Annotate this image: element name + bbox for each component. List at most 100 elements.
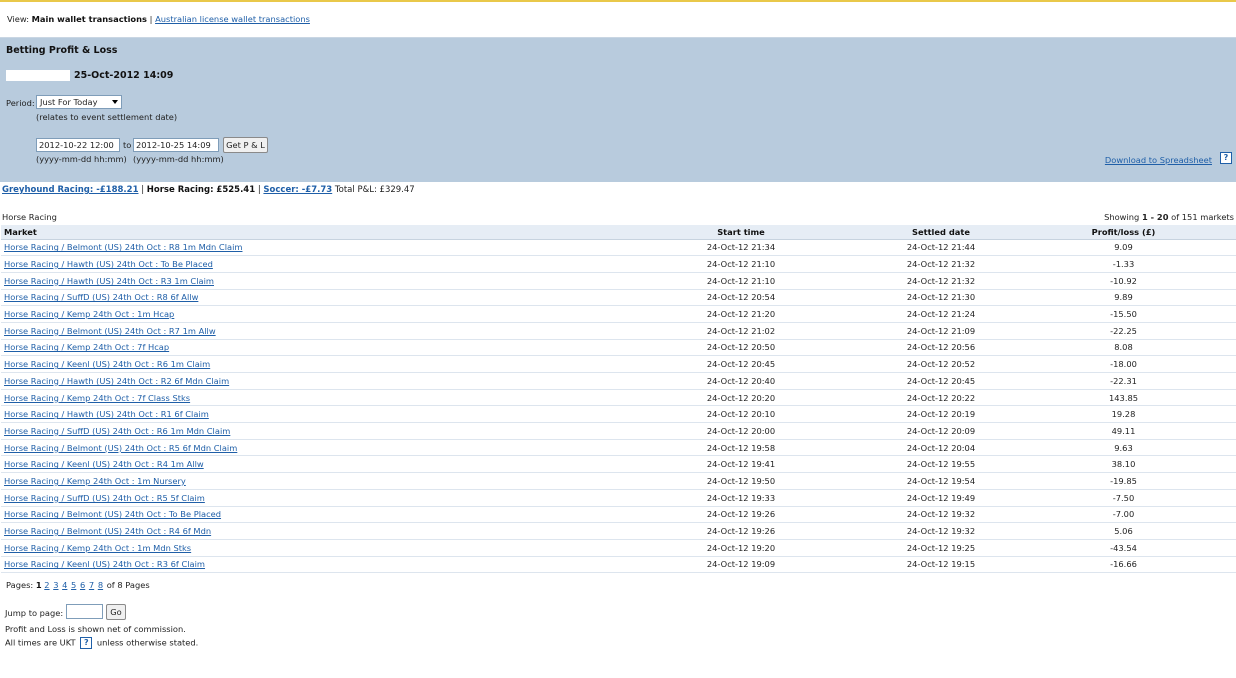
settled-date-cell: 24-Oct-12 20:45	[871, 372, 1011, 390]
market-link[interactable]: Horse Racing / Belmont (US) 24th Oct : T…	[4, 509, 221, 519]
settled-date-cell: 24-Oct-12 21:44	[871, 239, 1011, 257]
page-link[interactable]: 4	[62, 580, 67, 590]
start-time-cell: 24-Oct-12 20:54	[611, 289, 871, 307]
download-spreadsheet-link[interactable]: Download to Spreadsheet	[1105, 155, 1212, 165]
jump-to-page-input[interactable]	[66, 604, 103, 619]
settled-date-cell: 24-Oct-12 21:32	[871, 272, 1011, 290]
profit-loss-cell: 9.63	[1011, 439, 1236, 457]
table-row: Horse Racing / Belmont (US) 24th Oct : R…	[1, 322, 1236, 340]
soccer-link[interactable]: Soccer: -£7.73	[263, 185, 332, 195]
market-link[interactable]: Horse Racing / Belmont (US) 24th Oct : R…	[4, 526, 211, 536]
jump-to-page-label: Jump to page:	[5, 608, 64, 618]
market-cell: Horse Racing / Kemp 24th Oct : 7f Class …	[1, 389, 611, 407]
settled-date-cell: 24-Oct-12 20:04	[871, 439, 1011, 457]
date-from-input[interactable]: 2012-10-22 12:00	[36, 138, 120, 152]
header-profit-loss: Profit/loss (£)	[1011, 225, 1236, 240]
market-link[interactable]: Horse Racing / SuffD (US) 24th Oct : R8 …	[4, 292, 198, 302]
go-button[interactable]: Go	[106, 604, 126, 620]
start-time-cell: 24-Oct-12 21:02	[611, 322, 871, 340]
total-pl-value: £329.47	[379, 185, 415, 195]
profit-loss-cell: 38.10	[1011, 455, 1236, 474]
market-link[interactable]: Horse Racing / Keenl (US) 24th Oct : R6 …	[4, 359, 210, 369]
market-link[interactable]: Horse Racing / SuffD (US) 24th Oct : R5 …	[4, 493, 205, 503]
timezone-note-suffix: unless otherwise stated.	[96, 637, 199, 648]
markets-table-body: Horse Racing / Belmont (US) 24th Oct : R…	[1, 239, 1236, 574]
market-link[interactable]: Horse Racing / Hawth (US) 24th Oct : R3 …	[4, 276, 214, 286]
table-row: Horse Racing / Keenl (US) 24th Oct : R6 …	[1, 355, 1236, 373]
page-link[interactable]: 3	[53, 580, 58, 590]
pages-label: Pages:	[6, 580, 34, 590]
market-cell: Horse Racing / SuffD (US) 24th Oct : R6 …	[1, 422, 611, 440]
market-link[interactable]: Horse Racing / Keenl (US) 24th Oct : R3 …	[4, 559, 205, 569]
profit-loss-cell: 9.89	[1011, 289, 1236, 307]
market-link[interactable]: Horse Racing / Kemp 24th Oct : 7f Class …	[4, 393, 190, 403]
market-link[interactable]: Horse Racing / Belmont (US) 24th Oct : R…	[4, 326, 216, 336]
page-link[interactable]: 7	[89, 580, 94, 590]
profit-loss-cell: -7.50	[1011, 489, 1236, 507]
start-time-cell: 24-Oct-12 19:26	[611, 506, 871, 524]
page-link[interactable]: 5	[71, 580, 76, 590]
market-cell: Horse Racing / Kemp 24th Oct : 7f Hcap	[1, 339, 611, 357]
profit-loss-cell: -19.85	[1011, 472, 1236, 490]
table-row: Horse Racing / SuffD (US) 24th Oct : R6 …	[1, 422, 1236, 440]
market-link[interactable]: Horse Racing / Kemp 24th Oct : 1m Mdn St…	[4, 543, 191, 553]
market-link[interactable]: Horse Racing / Hawth (US) 24th Oct : R1 …	[4, 409, 209, 419]
market-link[interactable]: Horse Racing / Kemp 24th Oct : 7f Hcap	[4, 342, 169, 352]
page-link[interactable]: 8	[98, 580, 103, 590]
settled-date-cell: 24-Oct-12 20:52	[871, 355, 1011, 373]
settled-date-cell: 24-Oct-12 19:55	[871, 455, 1011, 474]
market-link[interactable]: Horse Racing / Hawth (US) 24th Oct : R2 …	[4, 376, 229, 386]
profit-loss-cell: 9.09	[1011, 239, 1236, 257]
date-to-input[interactable]: 2012-10-25 14:09	[133, 138, 219, 152]
settled-date-cell: 24-Oct-12 21:32	[871, 255, 1011, 273]
table-row: Horse Racing / Keenl (US) 24th Oct : R4 …	[1, 455, 1236, 474]
start-time-cell: 24-Oct-12 21:20	[611, 305, 871, 323]
market-cell: Horse Racing / Hawth (US) 24th Oct : R2 …	[1, 372, 611, 390]
market-link[interactable]: Horse Racing / Hawth (US) 24th Oct : To …	[4, 259, 213, 269]
profit-loss-cell: -16.66	[1011, 556, 1236, 574]
table-row: Horse Racing / Belmont (US) 24th Oct : R…	[1, 439, 1236, 457]
table-row: Horse Racing / SuffD (US) 24th Oct : R8 …	[1, 289, 1236, 307]
settled-date-cell: 24-Oct-12 19:32	[871, 522, 1011, 540]
market-link[interactable]: Horse Racing / Kemp 24th Oct : 1m Nurser…	[4, 476, 186, 486]
help-icon[interactable]: ?	[80, 637, 93, 649]
page-link[interactable]: 6	[80, 580, 85, 590]
settled-date-cell: 24-Oct-12 19:32	[871, 506, 1011, 524]
redacted-account-name	[6, 70, 70, 81]
to-format-hint: (yyyy-mm-dd hh:mm)	[133, 154, 224, 164]
market-cell: Horse Racing / Belmont (US) 24th Oct : T…	[1, 506, 611, 524]
get-pl-button[interactable]: Get P & L	[223, 137, 268, 153]
start-time-cell: 24-Oct-12 19:58	[611, 439, 871, 457]
profit-loss-cell: 19.28	[1011, 405, 1236, 424]
market-link[interactable]: Horse Racing / Kemp 24th Oct : 1m Hcap	[4, 309, 174, 319]
greyhound-racing-link[interactable]: Greyhound Racing: -£188.21	[2, 185, 138, 195]
period-label: Period:	[6, 98, 35, 108]
header-settled-date: Settled date	[871, 225, 1011, 240]
period-select[interactable]: Just For Today	[36, 95, 122, 109]
settled-date-cell: 24-Oct-12 19:54	[871, 472, 1011, 490]
market-cell: Horse Racing / SuffD (US) 24th Oct : R8 …	[1, 289, 611, 307]
page-link[interactable]: 2	[44, 580, 49, 590]
showing-range: 1 - 20	[1141, 212, 1169, 222]
timezone-note: All times are UKT ? unless otherwise sta…	[5, 637, 198, 649]
market-link[interactable]: Horse Racing / SuffD (US) 24th Oct : R6 …	[4, 426, 230, 436]
period-note: (relates to event settlement date)	[36, 112, 178, 122]
market-link[interactable]: Horse Racing / Belmont (US) 24th Oct : R…	[4, 242, 242, 252]
market-cell: Horse Racing / Hawth (US) 24th Oct : To …	[1, 255, 611, 273]
market-link[interactable]: Horse Racing / Belmont (US) 24th Oct : R…	[4, 443, 237, 453]
pagination: Pages: 1 2 3 4 5 6 7 8 of 8 Pages	[6, 580, 150, 590]
help-icon[interactable]: ?	[1220, 152, 1232, 164]
australian-wallet-link[interactable]: Australian license wallet transactions	[155, 14, 310, 24]
showing-count: Showing 1 - 20 of 151 markets	[1104, 212, 1234, 222]
table-row: Horse Racing / SuffD (US) 24th Oct : R5 …	[1, 489, 1236, 507]
from-format-hint: (yyyy-mm-dd hh:mm)	[36, 154, 127, 164]
table-row: Horse Racing / Kemp 24th Oct : 1m Hcap 24…	[1, 305, 1236, 323]
start-time-cell: 24-Oct-12 20:20	[611, 389, 871, 407]
top-accent-line	[0, 0, 1236, 2]
start-time-cell: 24-Oct-12 20:40	[611, 372, 871, 390]
market-cell: Horse Racing / Hawth (US) 24th Oct : R3 …	[1, 272, 611, 290]
profit-loss-cell: -15.50	[1011, 305, 1236, 323]
section-label: Horse Racing	[2, 212, 57, 222]
settled-date-cell: 24-Oct-12 21:30	[871, 289, 1011, 307]
market-link[interactable]: Horse Racing / Keenl (US) 24th Oct : R4 …	[4, 459, 204, 469]
